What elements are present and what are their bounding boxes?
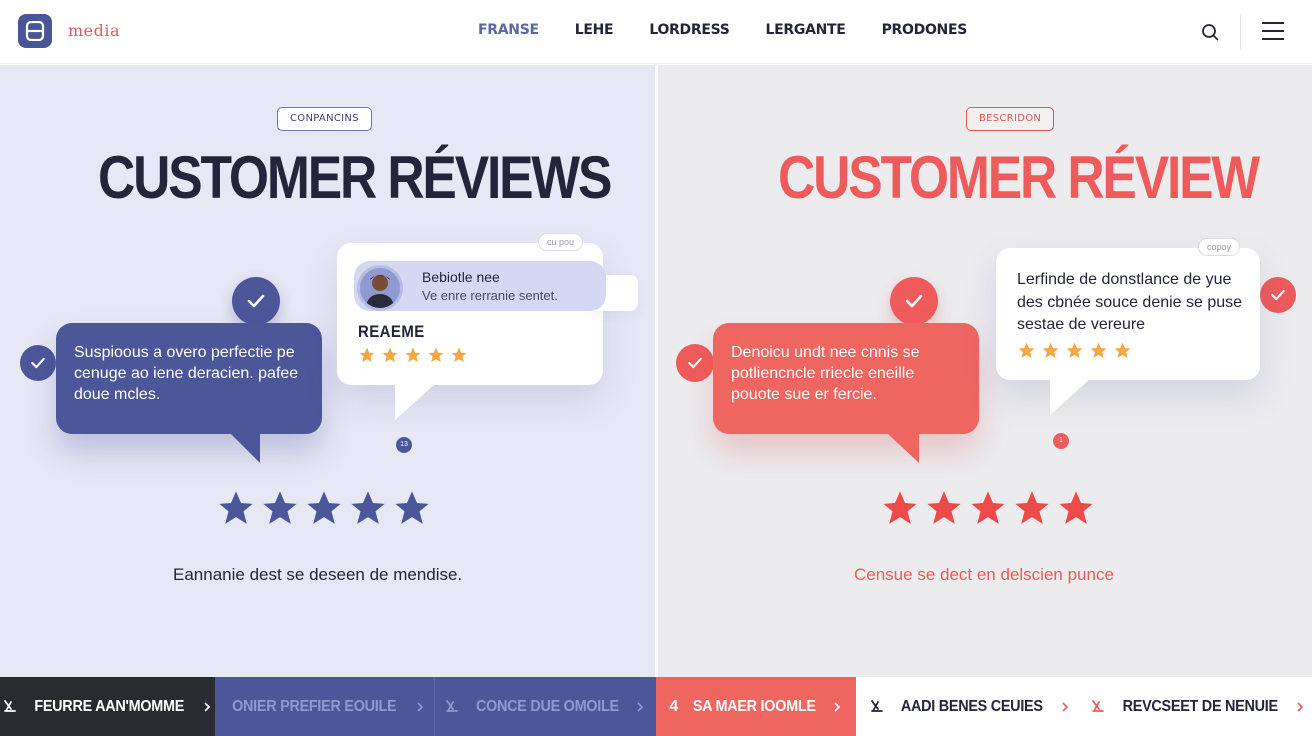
nav-item-lordress[interactable]: LORDRESS [649, 22, 730, 38]
check-icon [20, 345, 56, 381]
review-speech-bubble: Denoicu undt nee cnnis se potliencncle r… [713, 323, 979, 434]
star-icon [382, 347, 398, 363]
star-icon [428, 347, 444, 363]
main-nav: FRANSE LEHE LORDRESS LERGANTE PRODONES [478, 22, 967, 38]
panel-caption: Censue se dect en delscien punce [854, 565, 1114, 584]
chevron-right-icon [834, 701, 840, 712]
nav-item-lergante[interactable]: LERGANTE [766, 22, 846, 38]
pagination-dot[interactable]: 1 [1053, 433, 1069, 449]
star-icon [927, 491, 961, 524]
star-icon [451, 347, 467, 363]
pagination-dot[interactable]: 13 [396, 437, 412, 453]
bubble-tail [230, 433, 260, 463]
cross-arrow-icon [871, 699, 884, 712]
card-star-rating [358, 346, 468, 364]
star-icon [971, 491, 1005, 524]
bottom-action-bar: FEURRE AAN'MOMME ONIER PREFIER EOUILE CO… [0, 677, 1312, 736]
star-icon [307, 491, 341, 524]
star-icon [1042, 342, 1059, 359]
star-icon [219, 491, 253, 524]
bottom-link-label: REVCSEET DE NENUIE [1122, 697, 1278, 715]
star-icon [359, 347, 375, 363]
left-review-panel: CONPANCINS CUSTOMER RÉVIEWS Suspioous a … [0, 65, 655, 677]
avatar[interactable] [357, 265, 403, 311]
bottom-link-prefix: 4 [669, 697, 679, 715]
star-icon [883, 491, 917, 524]
star-icon [405, 347, 421, 363]
top-header: media FRANSE LEHE LORDRESS LERGANTE PROD… [0, 0, 1312, 64]
star-icon [1018, 342, 1035, 359]
bottom-link-sa-maer[interactable]: 4 SA MAER IOOMLE [656, 677, 856, 736]
star-icon [351, 491, 385, 524]
review-speech-bubble: Suspioous a overo perfectie pe cenuge ao… [56, 323, 322, 434]
panel-caption: Eannanie dest se deseen de mendise. [173, 565, 463, 584]
cross-arrow-icon [4, 699, 17, 712]
star-icon [1059, 491, 1093, 524]
check-icon [676, 344, 714, 382]
star-icon [1114, 342, 1131, 359]
bottom-link-label: FEURRE AAN'MOMME [34, 697, 185, 715]
grid-logo-icon[interactable] [18, 14, 52, 48]
bottom-link-label: AADI BENES CEUIES [901, 697, 1043, 715]
bottom-link-aadi[interactable]: AADI BENES CEUIES [856, 677, 1084, 736]
bottom-link-onier[interactable]: ONIER PREFIER EOUILE [215, 677, 434, 736]
chevron-right-icon [1062, 701, 1068, 712]
star-icon [263, 491, 297, 524]
cross-arrow-icon [445, 699, 458, 712]
bottom-bar-separator [434, 677, 435, 736]
page-title: CUSTOMER RÉVIEW [778, 144, 1260, 211]
reviewer-subtitle: Ve enre rerranie sentet. [422, 288, 558, 303]
review-quote: Suspioous a overo perfectie pe cenuge ao… [74, 344, 299, 403]
hamburger-menu-icon[interactable] [1262, 22, 1286, 42]
chevron-right-icon [1297, 701, 1304, 712]
overall-star-rating [880, 488, 1096, 528]
card-tail [395, 384, 435, 420]
search-icon[interactable] [1198, 20, 1222, 44]
check-icon [1260, 277, 1296, 313]
card-badge: copoy [1198, 238, 1241, 256]
bottom-link-revcseet[interactable]: REVCSEET DE NENUIE [1084, 677, 1312, 736]
chevron-right-icon [417, 701, 423, 712]
card-star-rating [1017, 341, 1132, 360]
star-icon [1015, 491, 1049, 524]
bottom-link-label: SA MAER IOOMLE [692, 697, 816, 715]
card-tail [1050, 379, 1090, 415]
cross-arrow-icon [1091, 699, 1104, 712]
header-divider [1240, 14, 1241, 50]
right-review-panel: BESCRIDON CUSTOMER RÉVIEW Denoicu undt n… [658, 65, 1312, 677]
chevron-right-icon [637, 701, 644, 712]
chevron-right-icon [204, 701, 210, 712]
star-icon [1090, 342, 1107, 359]
nav-item-franse[interactable]: FRANSE [478, 22, 539, 38]
brand-logo-text[interactable]: media [68, 21, 120, 40]
page-title: CUSTOMER RÉVIEWS [98, 144, 612, 211]
nav-item-lehe[interactable]: LEHE [575, 22, 614, 38]
category-tag[interactable]: BESCRIDON [966, 107, 1055, 131]
star-icon [1066, 342, 1083, 359]
bottom-link-label: ONIER PREFIER EOUILE [232, 697, 397, 715]
check-icon [890, 277, 938, 325]
review-quote: Denoicu undt nee cnnis se potliencncle r… [731, 344, 920, 403]
card-heading: REAEME [358, 322, 425, 341]
bottom-link-feurre[interactable]: FEURRE AAN'MOMME [0, 677, 215, 736]
star-icon [395, 491, 429, 524]
bottom-link-conce[interactable]: CONCE DUE OMOILE [434, 677, 656, 736]
review-text: Lerfinde de donstlance de yue des cbnée … [1017, 271, 1243, 333]
category-tag[interactable]: CONPANCINS [277, 107, 372, 131]
overall-star-rating [216, 488, 432, 528]
card-badge: cu pou [538, 233, 584, 251]
nav-item-prodones[interactable]: PRODONES [882, 22, 968, 38]
reviewer-name: Bebiotle nee [422, 269, 500, 285]
check-icon [232, 277, 280, 325]
bottom-link-label: CONCE DUE OMOILE [475, 697, 619, 715]
bubble-tail [887, 433, 919, 463]
